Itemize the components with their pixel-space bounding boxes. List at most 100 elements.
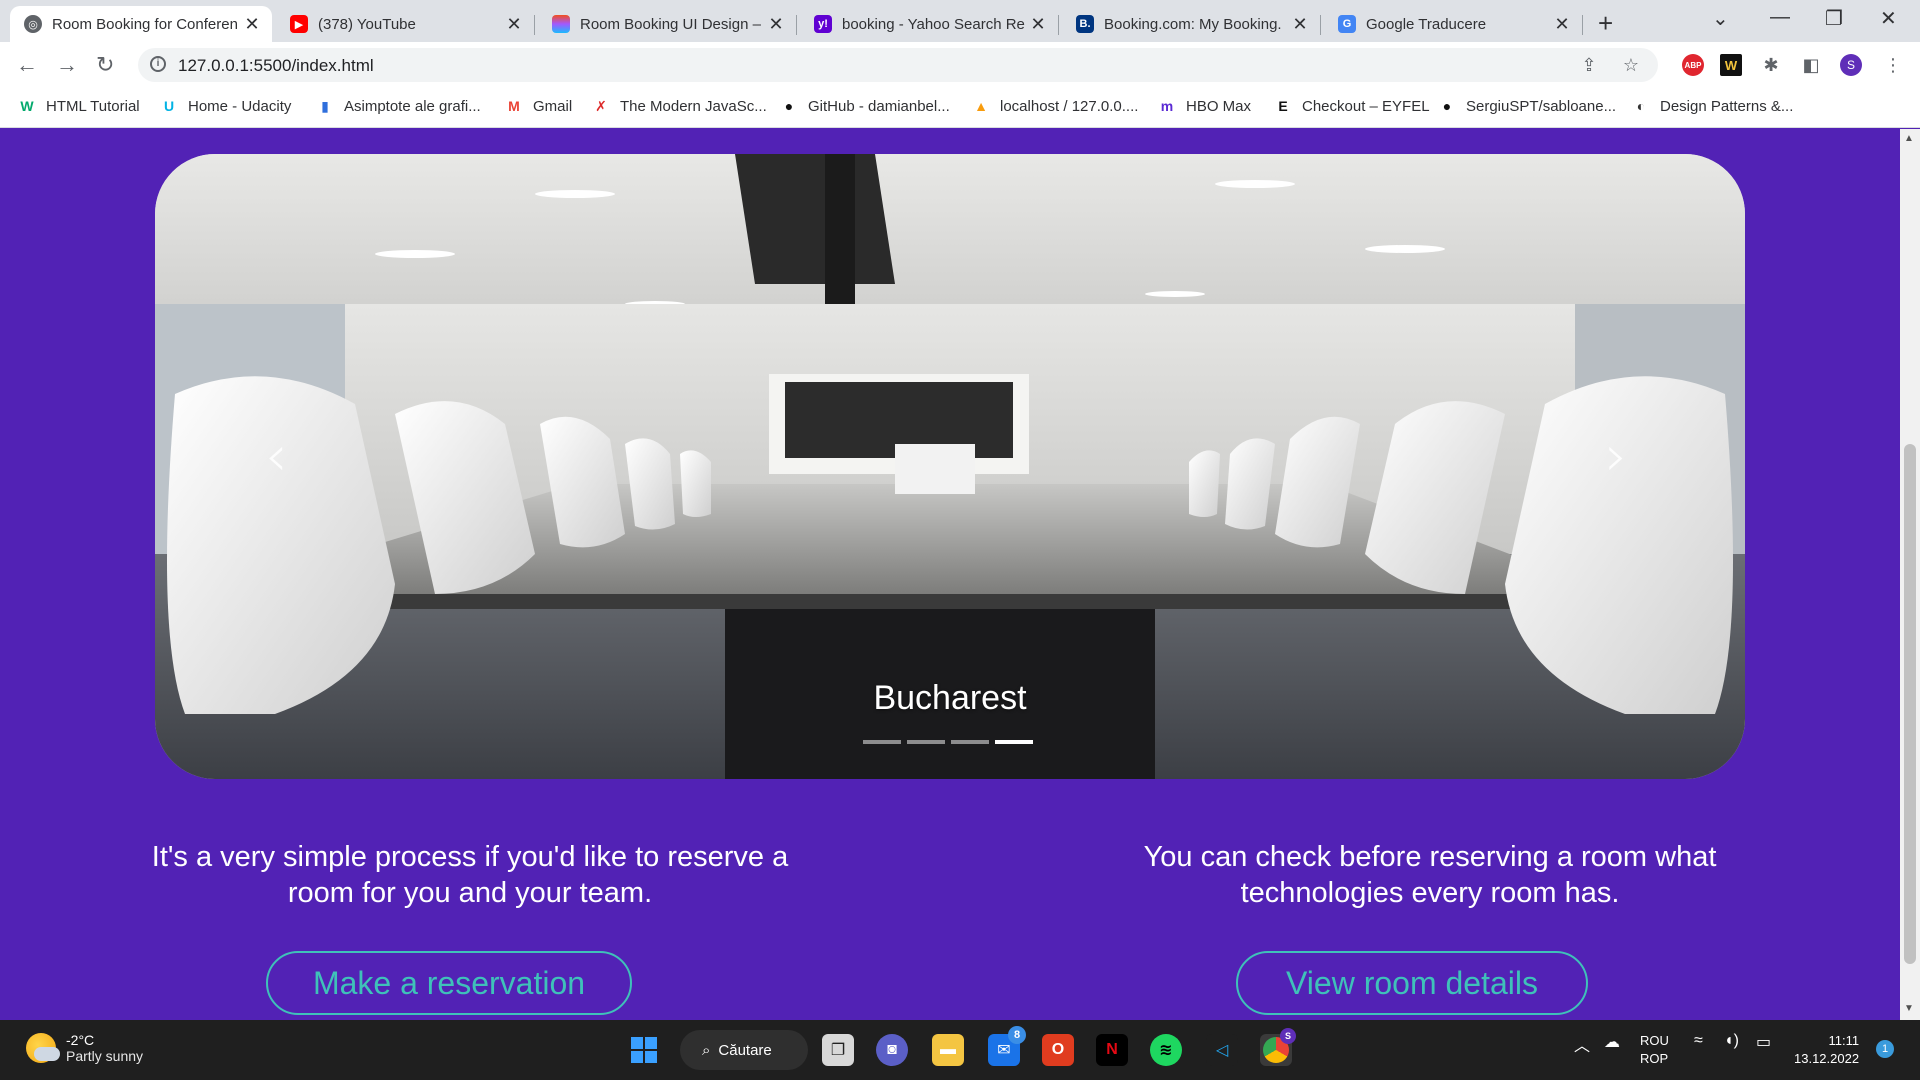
menu-kebab-icon[interactable]: ⋮ [1882, 54, 1904, 76]
eyfel-icon: E [1278, 98, 1288, 114]
file-explorer-icon[interactable]: ▬ [932, 1034, 964, 1066]
reload-icon[interactable]: ↻ [96, 52, 114, 78]
bookmark-item[interactable]: ● SergiuSPT/sabloane... [1438, 97, 1616, 115]
page-scrollbar[interactable]: ▲ ▼ [1900, 129, 1920, 1020]
keyboard-layout: ROP [1640, 1051, 1669, 1066]
tab-google-translate[interactable]: G Google Traducere ✕ [1324, 6, 1583, 42]
scroll-down-icon[interactable]: ▼ [1904, 1003, 1914, 1014]
bookmark-label: localhost / 127.0.0.... [1000, 97, 1139, 115]
url-text[interactable]: 127.0.0.1:5500/index.html [178, 56, 374, 76]
share-icon[interactable]: ⇪ [1578, 54, 1600, 76]
wifi-icon[interactable]: ≈ [1694, 1032, 1703, 1050]
extensions-puzzle-icon[interactable]: ✱ [1760, 54, 1782, 76]
slide-caption: Bucharest [873, 679, 1027, 717]
office-icon[interactable]: O [1042, 1034, 1074, 1066]
close-tab-icon[interactable]: ✕ [1028, 14, 1048, 35]
browser-toolbar: ← → ↻ i 127.0.0.1:5500/index.html ⇪ ☆ AB… [0, 42, 1920, 88]
close-window-icon[interactable]: ✕ [1880, 6, 1897, 31]
bookmark-item[interactable]: W HTML Tutorial [18, 97, 139, 115]
bookmark-item[interactable]: ▮ Asimptote ale grafi... [316, 97, 481, 115]
booking-icon: B. [1076, 15, 1094, 33]
tab-booking-com[interactable]: B. Booking.com: My Booking. ✕ [1062, 6, 1321, 42]
tab-search-chevron-icon[interactable]: ⌄ [1712, 6, 1729, 31]
carousel-indicator-4[interactable] [995, 740, 1033, 744]
close-tab-icon[interactable]: ✕ [1290, 14, 1310, 35]
bookmark-item[interactable]: E Checkout – EYFEL [1274, 97, 1430, 115]
mail-icon[interactable]: ✉ 8 [988, 1026, 1026, 1066]
volume-icon[interactable]: ◖) [1724, 1032, 1739, 1050]
mail-badge: 8 [1008, 1026, 1026, 1044]
close-tab-icon[interactable]: ✕ [1552, 14, 1572, 35]
weather-widget[interactable]: -2°C Partly sunny [26, 1032, 143, 1064]
youtube-icon: ▶ [290, 15, 308, 33]
forward-icon[interactable]: → [56, 52, 78, 78]
windows-logo-icon [631, 1037, 657, 1063]
windows-start-icon[interactable] [628, 1034, 660, 1066]
language-code: ROU [1640, 1033, 1669, 1048]
bookmark-item[interactable]: ● GitHub - damianbel... [780, 97, 950, 115]
bookmark-item[interactable]: ◐ Design Patterns &... [1632, 97, 1794, 115]
search-icon: ⌕ [702, 1041, 711, 1059]
figma-icon [552, 15, 570, 33]
bookmark-star-icon[interactable]: ☆ [1620, 54, 1642, 76]
taskbar-search[interactable]: ⌕ Căutare [680, 1030, 808, 1070]
back-icon[interactable]: ← [16, 52, 38, 78]
view-room-details-button[interactable]: View room details [1236, 951, 1588, 1015]
carousel-indicator-1[interactable] [863, 740, 901, 744]
tray-overflow-chevron-icon[interactable]: ︿ [1574, 1032, 1590, 1056]
spotify-icon[interactable]: ≋ [1150, 1034, 1182, 1066]
bookmark-item[interactable]: m HBO Max [1158, 97, 1251, 115]
tab-title: Booking.com: My Booking. [1104, 15, 1282, 33]
task-view-icon[interactable]: ❐ [822, 1034, 854, 1066]
bookmark-label: Home - Udacity [188, 97, 292, 115]
bookmark-item[interactable]: M Gmail [505, 97, 572, 115]
netflix-icon[interactable]: N [1096, 1034, 1128, 1066]
bookmark-item[interactable]: ▲ localhost / 127.0.0.... [972, 97, 1138, 115]
tab-youtube[interactable]: ▶ (378) YouTube ✕ [276, 6, 535, 42]
tray-app-icon[interactable]: ☁ [1604, 1032, 1620, 1052]
scrollbar-thumb[interactable] [1904, 444, 1916, 964]
make-reservation-button[interactable]: Make a reservation [266, 951, 632, 1015]
carousel-indicator-2[interactable] [907, 740, 945, 744]
carousel-indicator-3[interactable] [951, 740, 989, 744]
carousel-prev-icon[interactable]: ‹ [265, 424, 287, 489]
bookmark-item[interactable]: ✗ The Modern JavaSc... [592, 97, 767, 115]
site-info-icon[interactable]: i [150, 56, 166, 72]
tab-separator [796, 15, 797, 35]
tab-figma[interactable]: Room Booking UI Design – ✕ [538, 6, 797, 42]
address-bar[interactable]: i 127.0.0.1:5500/index.html ⇪ ☆ [138, 48, 1658, 82]
vscode-icon[interactable]: ◁ [1206, 1034, 1238, 1066]
google-translate-icon: G [1338, 15, 1356, 33]
bookmark-item[interactable]: U Home - Udacity [160, 97, 291, 115]
restore-icon[interactable]: ❐ [1825, 6, 1843, 31]
yahoo-icon: y! [814, 15, 832, 33]
close-tab-icon[interactable]: ✕ [242, 14, 262, 35]
tab-yahoo-search[interactable]: y! booking - Yahoo Search Re ✕ [800, 6, 1059, 42]
teams-chat-icon[interactable]: ◙ [876, 1034, 908, 1066]
battery-icon[interactable]: ▭ [1756, 1032, 1771, 1052]
bookmark-label: Gmail [533, 97, 573, 115]
close-tab-icon[interactable]: ✕ [766, 14, 786, 35]
side-panel-icon[interactable]: ◧ [1800, 54, 1822, 76]
bookmark-label: SergiuSPT/sabloane... [1466, 97, 1617, 115]
globe-icon: ◎ [24, 15, 42, 33]
minimize-icon[interactable]: — [1770, 6, 1790, 29]
extension-w-icon[interactable]: W [1720, 54, 1742, 76]
profile-avatar[interactable]: S [1840, 54, 1862, 76]
tab-title: Google Traducere [1366, 15, 1487, 33]
tab-separator [534, 15, 535, 35]
github-icon: ● [784, 98, 794, 114]
scroll-up-icon[interactable]: ▲ [1904, 133, 1914, 144]
close-tab-icon[interactable]: ✕ [504, 14, 524, 35]
bookmark-label: Checkout – EYFEL [1302, 97, 1430, 115]
input-language[interactable]: ROU ROP [1640, 1032, 1669, 1068]
chrome-icon[interactable]: S [1260, 1028, 1296, 1066]
carousel-next-icon[interactable]: › [1605, 424, 1627, 489]
clock[interactable]: 11:11 13.12.2022 [1794, 1032, 1859, 1068]
carousel-indicators [863, 740, 1033, 744]
taskbar-search-label: Căutare [718, 1041, 772, 1059]
adblock-plus-icon[interactable]: ABP [1682, 54, 1704, 76]
new-tab-icon[interactable]: + [1598, 8, 1613, 39]
notification-badge[interactable]: 1 [1876, 1040, 1894, 1058]
tab-room-booking[interactable]: ◎ Room Booking for Conferen ✕ [10, 6, 272, 42]
